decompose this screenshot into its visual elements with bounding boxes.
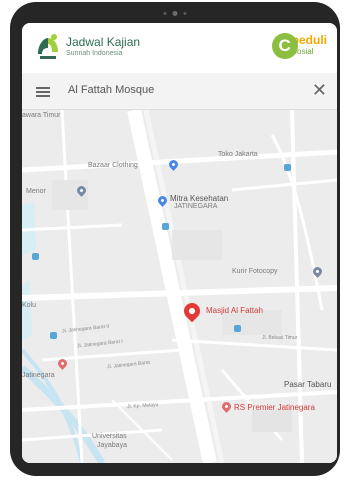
map-label: Kurir Fotocopy — [232, 268, 278, 275]
logo-subtitle: Sunnah Indonesia — [66, 50, 123, 57]
map-label: Universitas — [92, 433, 127, 440]
map-label: JATINEGARA — [174, 203, 218, 210]
map-label: Mitra Kesehatan — [170, 194, 229, 203]
menu-icon[interactable] — [36, 87, 50, 97]
logo-mark-icon — [38, 34, 58, 59]
map-label: Menor — [26, 188, 46, 195]
mosque-label[interactable]: Masjid Al Fattah — [206, 306, 263, 315]
transit-icon[interactable] — [162, 223, 169, 230]
map-label: Jatinegara — [22, 372, 55, 379]
map-label: Kolu — [22, 302, 37, 309]
map-label: Pasar Tabaru — [284, 380, 332, 389]
jadwal-kajian-logo[interactable]: Jadwal Kajian Sunnah Indonesia — [34, 32, 140, 62]
logo-title: Jadwal Kajian — [66, 35, 141, 49]
transit-icon[interactable] — [50, 332, 57, 339]
camera-icon — [163, 11, 187, 16]
map-label: Bazaar Clothing — [88, 162, 138, 169]
brand-header: Jadwal Kajian Sunnah Indonesia C peduli … — [22, 23, 337, 73]
app-screen: Jadwal Kajian Sunnah Indonesia C peduli … — [22, 23, 337, 463]
search-query[interactable]: Al Fattah Mosque — [68, 84, 154, 96]
peduli-mark-icon: C — [271, 33, 298, 59]
close-icon[interactable]: ✕ — [312, 81, 327, 99]
map-label: RS Premier Jatinegara — [234, 403, 315, 412]
map-label: Toko Jakarta — [218, 151, 258, 158]
peduli-sosial-logo[interactable]: C peduli Sosial — [271, 33, 327, 59]
street-label: Jl. Bekasi Timur — [262, 335, 298, 341]
transit-icon[interactable] — [284, 164, 291, 171]
transit-icon[interactable] — [234, 325, 241, 332]
transit-icon[interactable] — [32, 253, 39, 260]
map-label: awara Timur — [22, 112, 61, 119]
map-label: Jayabaya — [97, 442, 127, 449]
map-search-bar: Al Fattah Mosque ✕ — [22, 73, 337, 110]
map-view[interactable]: awara Timur Bazaar Clothing Toko Jakarta… — [22, 110, 337, 463]
